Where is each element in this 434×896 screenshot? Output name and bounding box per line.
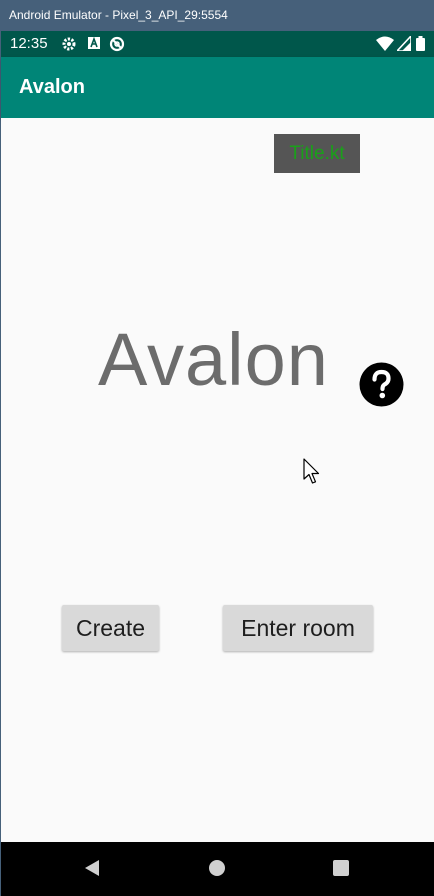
status-bar: 12:35 (1, 31, 434, 57)
navigation-bar (1, 842, 434, 896)
big-app-title: Avalon (98, 318, 329, 401)
home-icon[interactable] (208, 859, 226, 882)
window-title-bar[interactable]: Android Emulator - Pixel_3_API_29:5554 (1, 0, 434, 31)
create-button[interactable]: Create (62, 605, 159, 651)
emulator-window: Android Emulator - Pixel_3_API_29:5554 1… (0, 0, 434, 896)
app-bar: Avalon (1, 57, 434, 118)
enter-room-button[interactable]: Enter room (223, 605, 373, 651)
recents-icon[interactable] (333, 860, 349, 881)
window-title: Android Emulator - Pixel_3_API_29:5554 (9, 8, 228, 22)
do-not-disturb-icon (109, 36, 125, 57)
question-circle-icon[interactable] (359, 362, 404, 407)
wifi-icon (376, 36, 394, 56)
a-box-icon (87, 36, 101, 55)
app-bar-title: Avalon (19, 76, 85, 98)
gear-icon (61, 36, 77, 57)
status-time: 12:35 (10, 35, 48, 52)
back-icon[interactable] (83, 859, 101, 882)
main-content: Title.kt Avalon Create Enter room (1, 118, 434, 842)
mouse-pointer-icon (303, 458, 321, 486)
file-tag-label: Title.kt (274, 134, 360, 173)
battery-icon (416, 36, 425, 56)
cell-signal-icon (395, 33, 412, 56)
